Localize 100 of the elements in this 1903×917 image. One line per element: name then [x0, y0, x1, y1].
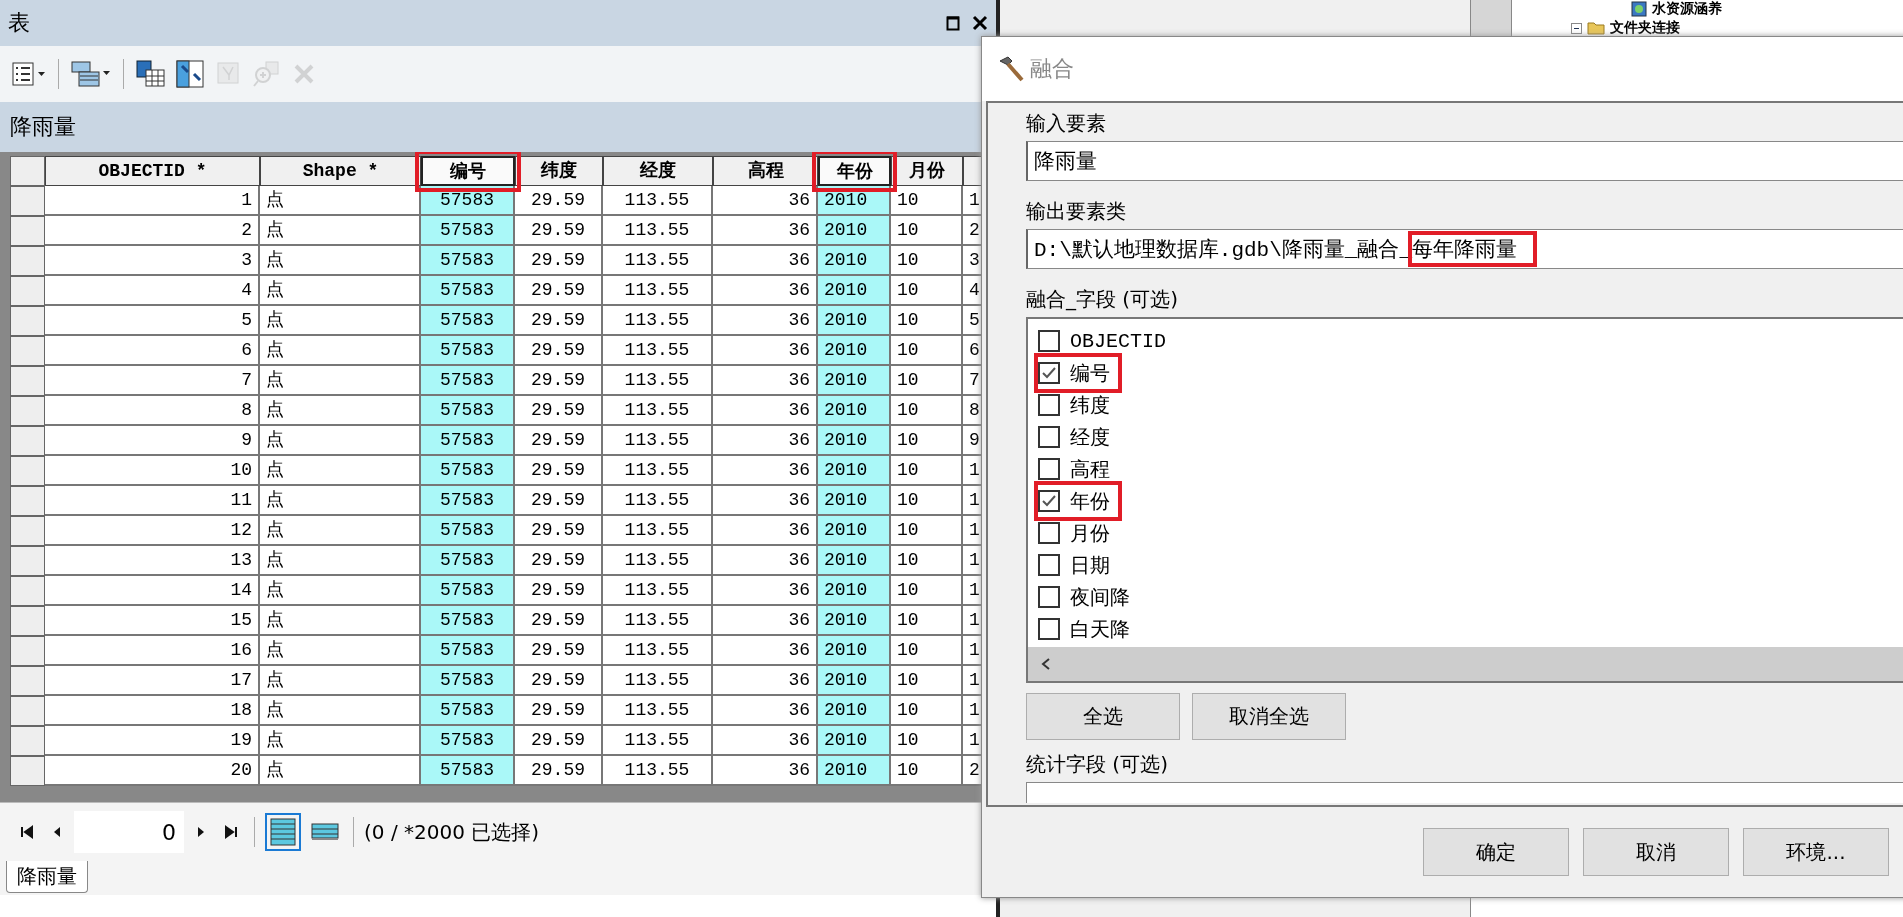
table-cell: 29.59 — [515, 306, 603, 336]
checkbox[interactable] — [1038, 490, 1060, 512]
table-cell: 9 — [45, 426, 260, 456]
row-header[interactable] — [10, 576, 45, 606]
list-select-button[interactable]: 取消全选 — [1192, 693, 1346, 740]
row-header[interactable] — [10, 726, 45, 756]
tree-item-label[interactable]: 文件夹连接 — [1610, 19, 1680, 37]
checkbox[interactable] — [1038, 394, 1060, 416]
field-name: 日期 — [1070, 553, 1110, 579]
table-cell: 2010 — [818, 696, 891, 726]
row-header[interactable] — [10, 666, 45, 696]
table-cell: 29.59 — [515, 396, 603, 426]
select-by-attributes-button[interactable] — [134, 58, 168, 90]
field-label: 输入要素 — [1026, 109, 1107, 137]
maximize-icon[interactable] — [946, 15, 960, 31]
row-header[interactable] — [10, 546, 45, 576]
table-cell: 29.59 — [515, 576, 603, 606]
table-tab[interactable]: 降雨量 — [6, 861, 88, 893]
checkbox[interactable] — [1038, 618, 1060, 640]
table-cell: 113.55 — [603, 546, 713, 576]
column-header[interactable]: 高程 — [713, 156, 818, 186]
field-name: 夜间降 — [1070, 585, 1130, 611]
table-cell: 113.55 — [603, 306, 713, 336]
horizontal-scrollbar[interactable] — [1028, 647, 1903, 681]
checkbox[interactable] — [1038, 330, 1060, 352]
row-header[interactable] — [10, 426, 45, 456]
row-header[interactable] — [10, 216, 45, 246]
row-header[interactable] — [10, 366, 45, 396]
table-cell: 4 — [45, 276, 260, 306]
record-field[interactable]: 0 — [74, 811, 184, 853]
field-name: 月份 — [1070, 521, 1110, 547]
field-name: 编号 — [1070, 361, 1110, 387]
table-cell: 57583 — [421, 516, 515, 546]
table-cell: 10 — [891, 666, 963, 696]
dialog-button[interactable]: 取消 — [1583, 828, 1729, 876]
input-features-field[interactable]: 降雨量 — [1026, 141, 1903, 181]
row-header[interactable] — [10, 516, 45, 546]
row-header[interactable] — [10, 306, 45, 336]
table-cell: 10 — [891, 456, 963, 486]
table-cell: 2010 — [818, 666, 891, 696]
statistics-field[interactable] — [1026, 782, 1903, 803]
dialog-button[interactable]: 环境... — [1743, 828, 1889, 876]
column-header[interactable]: 经度 — [603, 156, 713, 186]
column-header[interactable]: 月份 — [891, 156, 963, 186]
collapse-icon[interactable] — [1571, 22, 1582, 34]
row-header[interactable] — [10, 756, 45, 786]
row-header[interactable] — [10, 696, 45, 726]
table-cell: 2010 — [818, 306, 891, 336]
table-cell: 57583 — [421, 276, 515, 306]
tree-item-label[interactable]: 水资源涵养 — [1652, 0, 1722, 18]
related-tables-button[interactable] — [69, 58, 113, 90]
table-cell: 2010 — [818, 606, 891, 636]
table-cell: 113.55 — [603, 216, 713, 246]
table-cell: 2010 — [818, 336, 891, 366]
table-cell: 2010 — [818, 576, 891, 606]
checkbox[interactable] — [1038, 522, 1060, 544]
table-cell: 1 — [45, 186, 260, 216]
close-icon[interactable] — [972, 15, 988, 31]
table-options-button[interactable] — [10, 59, 48, 89]
checkbox[interactable] — [1038, 426, 1060, 448]
table-cell: 7 — [45, 366, 260, 396]
table-cell: 113.55 — [603, 276, 713, 306]
column-header[interactable]: Shape * — [260, 156, 421, 186]
table-cell: 29.59 — [515, 546, 603, 576]
row-header[interactable] — [10, 246, 45, 276]
scroll-left-icon[interactable] — [1040, 657, 1052, 671]
row-header[interactable] — [10, 456, 45, 486]
list-select-button[interactable]: 全选 — [1026, 693, 1180, 740]
checkbox[interactable] — [1038, 554, 1060, 576]
row-header[interactable] — [10, 336, 45, 366]
table-cell: 29.59 — [515, 366, 603, 396]
row-header[interactable] — [10, 606, 45, 636]
table-cell: 57583 — [421, 426, 515, 456]
table-cell: 14 — [45, 576, 260, 606]
row-header[interactable] — [10, 636, 45, 666]
table-cell: 20 — [45, 756, 260, 786]
checkbox[interactable] — [1038, 586, 1060, 608]
table-cell: 113.55 — [603, 396, 713, 426]
row-header[interactable] — [10, 276, 45, 306]
checkbox[interactable] — [1038, 362, 1060, 384]
all-records-view-button[interactable] — [265, 813, 301, 851]
table-cell: 10 — [891, 486, 963, 516]
table-cell: 29.59 — [515, 726, 603, 756]
table-cell: 29.59 — [515, 666, 603, 696]
checkbox[interactable] — [1038, 458, 1060, 480]
table-cell: 113.55 — [603, 636, 713, 666]
column-header[interactable]: 纬度 — [515, 156, 603, 186]
dialog-button[interactable]: 确定 — [1423, 828, 1569, 876]
column-header[interactable]: OBJECTID * — [45, 156, 260, 186]
table-cell: 57583 — [421, 636, 515, 666]
table-cell: 29.59 — [515, 216, 603, 246]
field-name: 年份 — [1070, 489, 1110, 515]
table-cell: 113.55 — [603, 756, 713, 786]
row-header[interactable] — [10, 486, 45, 516]
table-cell: 29.59 — [515, 426, 603, 456]
table-cell: 10 — [891, 606, 963, 636]
row-header[interactable] — [10, 396, 45, 426]
table-cell: 2010 — [818, 276, 891, 306]
row-header[interactable] — [10, 186, 45, 216]
table-cell: 29.59 — [515, 276, 603, 306]
